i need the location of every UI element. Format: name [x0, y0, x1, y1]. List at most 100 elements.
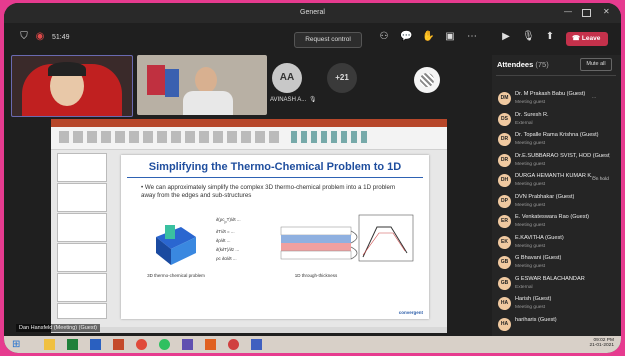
attendee-row[interactable]: DR Dr.E.SUBBARAO SVIST, HOD (Guest) Meetin… — [496, 151, 616, 171]
participant-shirt — [183, 91, 233, 115]
teams-window: General — ✕ ⛉ ◉ 51:49 Request control ⚇ … — [4, 3, 621, 353]
chrome-icon-2[interactable] — [228, 339, 239, 350]
logo-avatar[interactable] — [414, 67, 440, 93]
attendee-avatar: DM — [498, 92, 511, 105]
attendee-name: DVN Prabhakar (Guest) — [515, 193, 575, 200]
speaker-hair — [48, 62, 86, 76]
current-slide: Simplifying the Thermo-Chemical Problem … — [121, 155, 429, 319]
attendee-row[interactable]: HA Harish (Guest) Meeting guest — [496, 294, 616, 314]
shape-gallery — [291, 131, 371, 143]
phone-icon: ☎ — [572, 35, 582, 42]
slide-thumbnail[interactable] — [57, 243, 107, 272]
attendee-name: Dr. Suresh R. — [515, 111, 549, 118]
participant-face — [195, 67, 217, 93]
title-underline — [127, 177, 423, 178]
attendee-role: Meeting guest — [515, 243, 546, 249]
taskbar-clock: 09:02 PM 21-01-2021 — [552, 338, 614, 348]
share-icon[interactable]: ⬆ — [544, 31, 556, 43]
attendee-name: G Bhavani (Guest) — [515, 255, 562, 261]
meeting-timer: 51:49 — [52, 34, 70, 41]
attendee-name: Dr. Topalle Rama Krishna (Guest) — [515, 132, 599, 138]
mute-all-button[interactable]: Mute all — [580, 58, 612, 71]
meeting-toolbar: ⛉ ◉ 51:49 Request control ⚇ 💬 ✋ ▣ ⋯ ▶ 🎙 … — [4, 23, 621, 53]
word-icon[interactable] — [90, 339, 101, 350]
attendee-row[interactable]: DR Dr. Topalle Rama Krishna (Guest) Meetin… — [496, 130, 616, 150]
attendee-row[interactable]: GB G ESWAR BALACHANDAR External — [496, 274, 616, 294]
attendee-name: E.KAVITHA (Guest) — [515, 234, 564, 241]
video-tile-participant[interactable] — [137, 55, 267, 115]
divider — [496, 75, 616, 76]
attendee-count: (75) — [535, 60, 549, 69]
more-icon[interactable]: ⋯ — [466, 31, 478, 43]
attendee-row[interactable]: DS Dr. Suresh R. External — [496, 110, 616, 130]
minimize-icon[interactable]: — — [564, 7, 572, 16]
layer-diagram — [280, 226, 358, 260]
slide-thumbnail[interactable] — [57, 273, 107, 302]
attendee-avatar: GB — [498, 256, 511, 269]
participant-name: AVINASH A... — [270, 97, 307, 103]
leave-label: Leave — [581, 35, 601, 42]
powerpoint-icon[interactable] — [113, 339, 124, 350]
attendee-row[interactable]: DP DVN Prabhakar (Guest) Meeting guest — [496, 192, 616, 212]
shield-icon: ⛉ — [20, 31, 28, 42]
leave-button[interactable]: ☎ Leave — [566, 32, 608, 46]
presenter-status-bar — [51, 327, 447, 333]
attendee-row[interactable]: GB G Bhavani (Guest) Meeting guest — [496, 253, 616, 273]
slide-title: Simplifying the Thermo-Chemical Problem … — [148, 161, 402, 173]
equations: ∂(ρcpT)/∂t ... ∂T/∂t = ... ∂ρ/∂t ... ∂(k∂T)… — [216, 217, 241, 261]
windows-taskbar: ⊞ 09:02 PM 21-01-2021 — [4, 336, 621, 353]
participant-avatar[interactable]: AA — [272, 63, 302, 93]
slide-thumbnail[interactable] — [57, 183, 107, 212]
slide-thumbnail[interactable] — [57, 303, 107, 319]
whatsapp-icon[interactable] — [159, 339, 170, 350]
app-icon[interactable] — [251, 339, 262, 350]
emblem-icon — [420, 73, 434, 87]
slide-thumbnail[interactable] — [57, 213, 107, 242]
video-tile-speaker[interactable] — [11, 55, 133, 117]
banner-shape — [147, 65, 165, 95]
attendee-role: Meeting guest — [515, 100, 546, 105]
attendee-name: Harish (Guest) — [515, 296, 552, 302]
participants-icon[interactable]: ⚇ — [378, 31, 390, 43]
close-icon[interactable]: ✕ — [603, 7, 610, 16]
attendee-avatar: HA — [498, 317, 511, 331]
attendee-role: Meeting guest — [515, 141, 546, 146]
clock-date: 21-01-2021 — [589, 343, 614, 348]
slide-thumbnail[interactable] — [57, 153, 107, 182]
attendee-role: Meeting guest — [515, 223, 546, 228]
rooms-icon[interactable]: ▣ — [444, 31, 456, 43]
chrome-icon[interactable] — [136, 339, 147, 350]
presenter-label: Dan Hansfeld (Meeting) (Guest) — [16, 324, 100, 332]
request-control-button[interactable]: Request control — [294, 32, 362, 48]
windows-start-icon[interactable]: ⊞ — [12, 339, 20, 350]
company-logo: convergent — [398, 310, 423, 315]
attendee-row[interactable]: DH DURGA HEMANTH KUMAR K... Meeting guest O… — [496, 171, 616, 191]
raise-hand-icon[interactable]: ✋ — [422, 31, 434, 43]
attendee-row[interactable]: ER E. Venkateswara Rao (Guest) Meeting gue… — [496, 212, 616, 232]
mic-icon[interactable]: 🎙 — [522, 31, 535, 43]
record-icon: ◉ — [35, 31, 45, 42]
chat-icon[interactable]: 💬 — [400, 31, 412, 43]
attendee-avatar: DR — [498, 153, 511, 167]
maximize-icon[interactable] — [582, 9, 591, 17]
caption-1d: 1D through-thickness — [294, 273, 338, 278]
attendee-row[interactable]: EK E.KAVITHA (Guest) Meeting guest — [496, 233, 616, 253]
teams-icon[interactable] — [182, 339, 193, 350]
attendee-status: On hold — [592, 177, 609, 182]
media-icon[interactable] — [205, 339, 216, 350]
caption-3d: 3D thermo-chemical problem — [147, 273, 205, 278]
attendee-role: Meeting guest — [515, 161, 546, 167]
attendee-row[interactable]: HA hariharis (Guest) — [496, 315, 616, 335]
panel-title-text: Attendees — [497, 60, 534, 69]
camera-icon[interactable]: ▶ — [500, 31, 512, 43]
folder-icon[interactable] — [44, 339, 55, 350]
attendee-name: Dr.E.SUBBARAO SVIST, HOD (Guest) — [515, 152, 610, 159]
panel-title: Attendees (75) — [497, 60, 549, 69]
overflow-participants[interactable]: +21 — [327, 63, 357, 93]
attendee-role: Meeting guest — [515, 202, 546, 208]
window-title: General — [300, 9, 325, 16]
excel-icon[interactable] — [67, 339, 78, 350]
attendee-row[interactable]: DM Dr. M Prakash Babu (Guest) Meeting gues… — [496, 89, 616, 109]
mic-muted-icon: 🎙 — [309, 97, 317, 103]
attendee-name: hariharis (Guest) — [515, 316, 557, 323]
